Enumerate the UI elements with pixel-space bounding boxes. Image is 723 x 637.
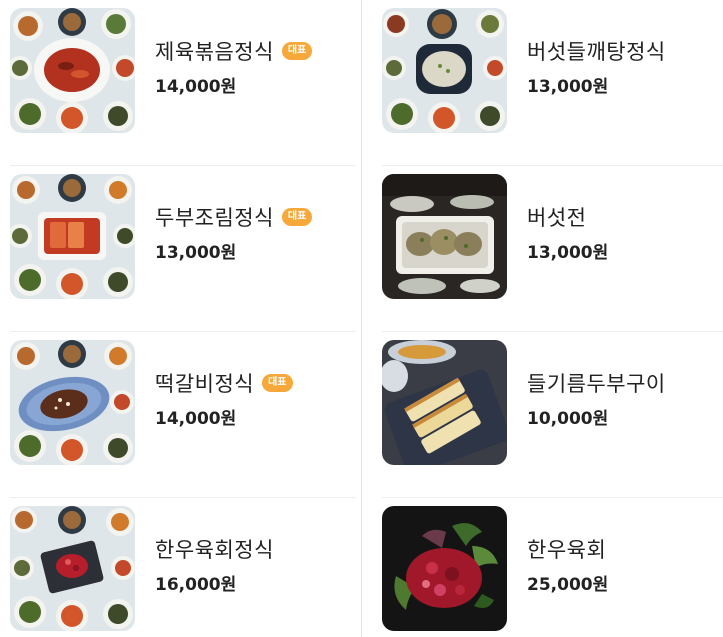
menu-price: 13,000원 <box>527 243 609 263</box>
name-row: 들기름두부구이 <box>527 368 666 398</box>
menu-name: 제육볶음정식 <box>155 40 274 64</box>
menu-photo <box>382 174 507 299</box>
menu-price: 16,000원 <box>155 575 237 595</box>
menu-grid: 제육볶음정식 대표 14,000원 버섯들깨탕정식 13,000원 두부조림정식… <box>0 0 723 637</box>
menu-photo <box>10 506 135 631</box>
menu-photo <box>10 340 135 465</box>
signature-badge: 대표 <box>262 374 293 392</box>
menu-name: 떡갈비정식 <box>155 372 255 396</box>
column-divider <box>361 0 362 637</box>
name-row: 떡갈비정식 대표 <box>155 368 293 398</box>
menu-photo <box>382 8 507 133</box>
menu-price: 13,000원 <box>527 77 609 97</box>
menu-name: 버섯들깨탕정식 <box>527 40 666 64</box>
menu-name: 한우육회정식 <box>155 538 274 562</box>
name-row: 제육볶음정식 대표 <box>155 36 313 66</box>
menu-item-mushroom-perilla-soup-set[interactable]: 버섯들깨탕정식 13,000원 <box>382 0 723 166</box>
name-row: 한우육회정식 <box>155 534 274 564</box>
name-row: 두부조림정식 대표 <box>155 202 313 232</box>
menu-photo <box>10 174 135 299</box>
menu-item-grilled-tofu[interactable]: 들기름두부구이 10,000원 <box>382 332 723 498</box>
signature-badge: 대표 <box>281 42 313 60</box>
menu-info: 제육볶음정식 대표 14,000원 <box>155 36 313 97</box>
menu-item-hanwoo-yukhoe[interactable]: 한우육회 25,000원 <box>382 498 723 637</box>
name-row: 버섯들깨탕정식 <box>527 36 666 66</box>
menu-price: 14,000원 <box>155 409 237 429</box>
menu-item-hanwoo-yukhoe-set[interactable]: 한우육회정식 16,000원 <box>10 498 356 637</box>
name-row: 버섯전 <box>527 202 608 232</box>
menu-name: 한우육회 <box>527 538 607 562</box>
menu-info: 한우육회정식 16,000원 <box>155 534 274 595</box>
menu-name: 버섯전 <box>527 206 587 230</box>
menu-price: 10,000원 <box>527 409 609 429</box>
menu-photo <box>10 8 135 133</box>
menu-info: 한우육회 25,000원 <box>527 534 608 595</box>
menu-item-braised-tofu-set[interactable]: 두부조림정식 대표 13,000원 <box>10 166 356 332</box>
signature-badge: 대표 <box>281 208 313 226</box>
menu-name: 들기름두부구이 <box>527 372 666 396</box>
menu-price: 25,000원 <box>527 575 609 595</box>
name-row: 한우육회 <box>527 534 608 564</box>
menu-item-mushroom-pancake[interactable]: 버섯전 13,000원 <box>382 166 723 332</box>
menu-name: 두부조림정식 <box>155 206 274 230</box>
menu-info: 떡갈비정식 대표 14,000원 <box>155 368 293 429</box>
menu-item-tteokgalbi-set[interactable]: 떡갈비정식 대표 14,000원 <box>10 332 356 498</box>
menu-price: 13,000원 <box>155 243 237 263</box>
menu-info: 두부조림정식 대표 13,000원 <box>155 202 313 263</box>
menu-price: 14,000원 <box>155 77 237 97</box>
menu-photo <box>382 340 507 465</box>
menu-info: 버섯들깨탕정식 13,000원 <box>527 36 666 97</box>
menu-info: 들기름두부구이 10,000원 <box>527 368 666 429</box>
menu-item-jeyuk-set[interactable]: 제육볶음정식 대표 14,000원 <box>10 0 356 166</box>
menu-info: 버섯전 13,000원 <box>527 202 608 263</box>
menu-photo <box>382 506 507 631</box>
